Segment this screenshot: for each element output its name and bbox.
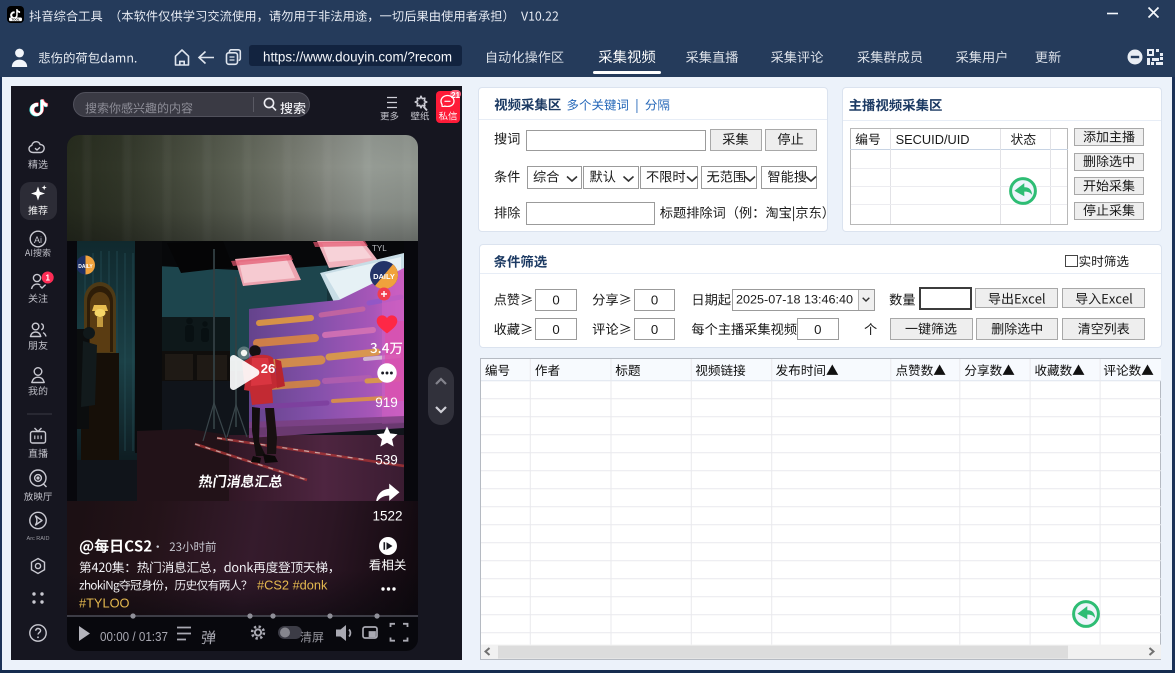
svg-text:DAILY: DAILY (78, 264, 93, 270)
svg-text:TYL: TYL (372, 244, 387, 253)
svg-text:DAILY: DAILY (373, 272, 395, 281)
svg-text:26: 26 (261, 361, 275, 376)
svg-text:Ai: Ai (34, 235, 42, 245)
svg-text:TOOL: TOOL (11, 17, 19, 21)
